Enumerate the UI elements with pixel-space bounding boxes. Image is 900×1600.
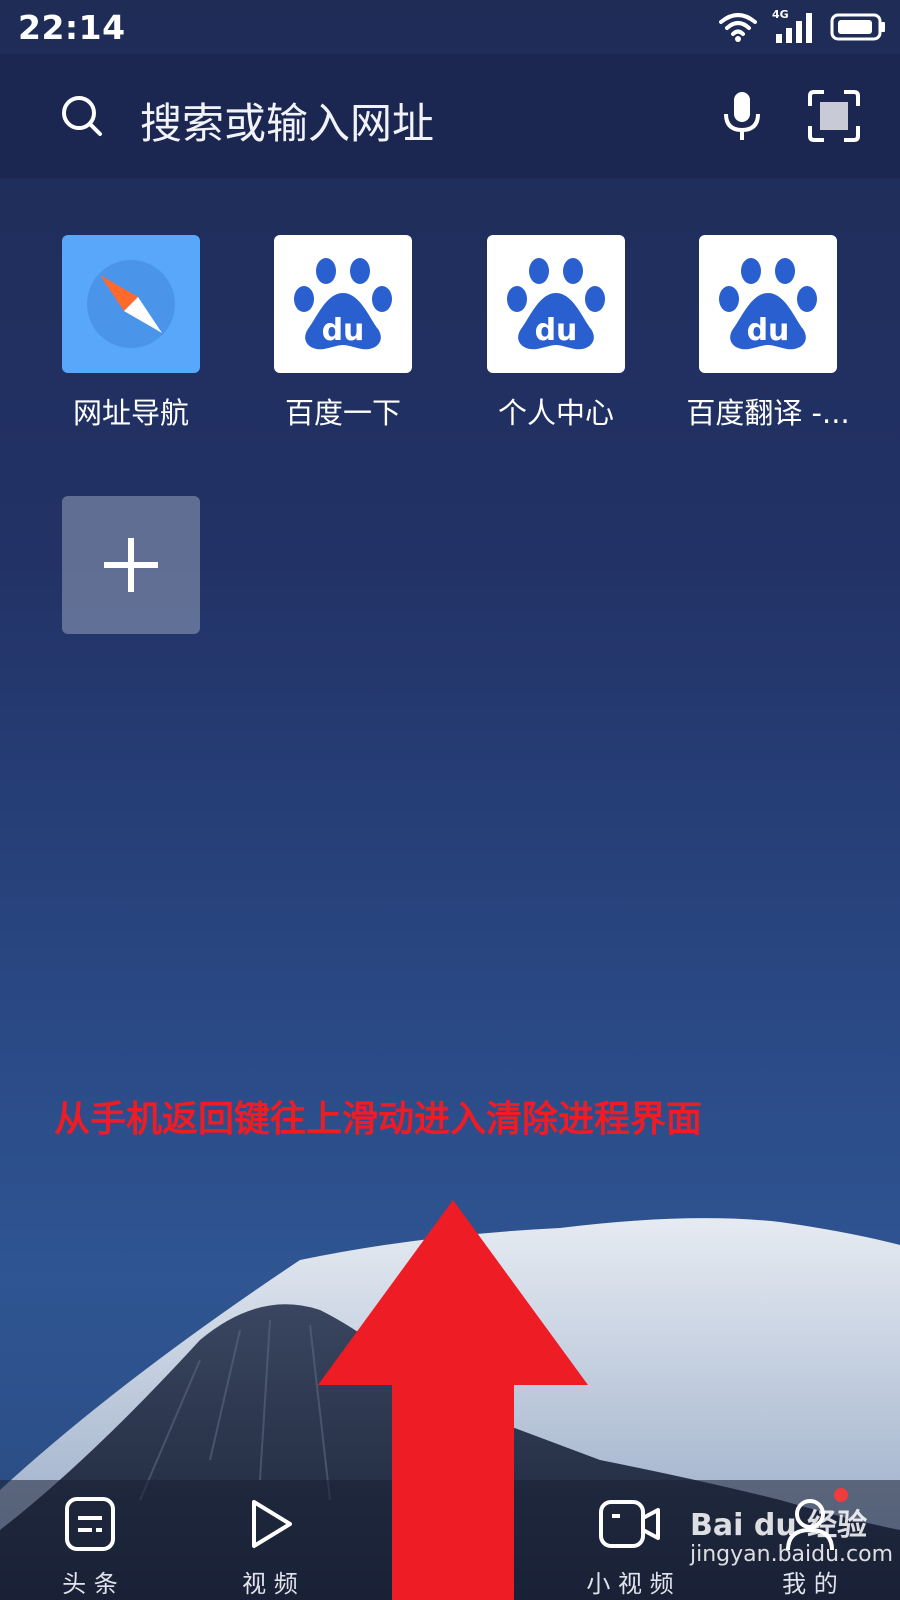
add-shortcut-button[interactable] [62, 496, 200, 634]
baidu-paw-icon [507, 258, 605, 350]
shortcut-baidu-translate[interactable]: du [699, 235, 837, 373]
search-icon[interactable] [58, 92, 106, 140]
status-time: 22:14 [18, 8, 126, 47]
nav-label: 视 频 [242, 1570, 298, 1598]
news-icon [65, 1497, 115, 1551]
battery-icon [830, 13, 885, 41]
nav-small-video[interactable]: 小 视 频 [570, 1480, 690, 1600]
shortcut-label: 个人中心 [497, 396, 614, 430]
shortcut-label: 百度一下 [284, 396, 401, 430]
shortcut-baidu-search[interactable]: du [274, 235, 412, 373]
plus-icon [104, 538, 158, 592]
shortcut-personal-center[interactable]: du [487, 235, 625, 373]
baidu-logo-text: du [746, 313, 790, 348]
baidu-paw-icon [719, 258, 817, 350]
nav-headlines[interactable]: 头 条 [30, 1480, 150, 1600]
play-icon [252, 1500, 292, 1548]
search-input[interactable]: 搜索或输入网址 [140, 90, 434, 151]
swipe-up-arrow [318, 1200, 588, 1600]
scan-icon[interactable] [808, 90, 860, 142]
status-bar: 22:14 4G [0, 0, 900, 54]
shortcut-web-navigation[interactable] [62, 235, 200, 373]
wifi-icon [719, 13, 757, 42]
shortcut-label: 百度翻译 -... [686, 396, 850, 430]
signal-icon [776, 13, 812, 43]
shortcut-label: 网址导航 [72, 396, 189, 430]
nav-label: 小 视 频 [586, 1570, 674, 1598]
baidu-logo-text: du [321, 313, 365, 348]
baidu-jingyan-watermark: Bai du 经验 jingyan.baidu.com [690, 1500, 894, 1590]
nav-label: 头 条 [62, 1570, 118, 1598]
small-video-icon [599, 1500, 660, 1548]
search-bar[interactable]: 搜索或输入网址 [0, 54, 900, 178]
watermark-url: jingyan.baidu.com [690, 1542, 894, 1567]
baidu-paw-icon [294, 258, 392, 350]
compass-icon [87, 260, 175, 348]
signal-indicator: 4G [772, 8, 816, 44]
instruction-text: 从手机返回键往上滑动进入清除进程界面 [54, 1099, 703, 1140]
nav-video[interactable]: 视 频 [210, 1480, 330, 1600]
baidu-logo-text: du [534, 313, 578, 348]
microphone-icon[interactable] [720, 90, 764, 142]
watermark-brand: Bai du 经验 [690, 1508, 868, 1543]
status-icons: 4G [718, 8, 886, 44]
